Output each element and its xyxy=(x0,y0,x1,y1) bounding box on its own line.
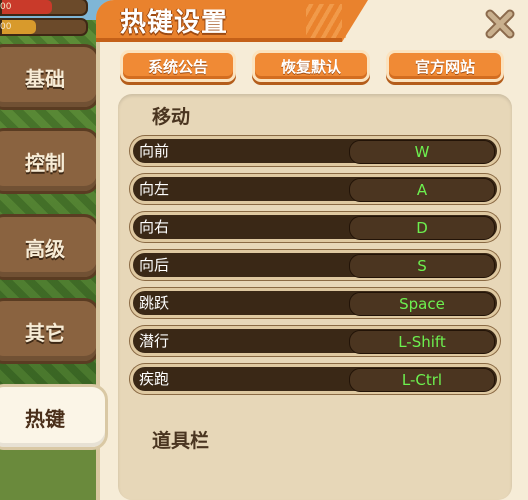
tab-basic[interactable]: 基础 xyxy=(0,44,100,110)
key-binding-button[interactable]: A xyxy=(349,178,495,202)
tab-hotkeys[interactable]: 热键 xyxy=(0,384,108,450)
key-row-jump: 跳跃 Space xyxy=(130,288,500,318)
tab-label: 热键 xyxy=(25,406,65,431)
action-label: 疾跑 xyxy=(139,370,170,388)
key-binding-button[interactable]: L-Ctrl xyxy=(349,368,495,392)
announcement-button[interactable]: 系统公告 xyxy=(120,50,236,82)
close-x-icon xyxy=(485,9,515,39)
key-row-forward: 向前 W xyxy=(130,136,500,166)
action-label: 向左 xyxy=(139,180,170,198)
key-binding-button[interactable]: D xyxy=(349,216,495,240)
key-row-sprint: 疾跑 L-Ctrl xyxy=(130,364,500,394)
tab-label: 高级 xyxy=(25,236,65,261)
tab-other[interactable]: 其它 xyxy=(0,298,100,364)
official-site-button[interactable]: 官方网站 xyxy=(386,50,504,82)
tab-label: 其它 xyxy=(25,320,65,345)
key-binding-button[interactable]: W xyxy=(349,140,495,164)
section-title-movement: 移动 xyxy=(152,106,191,128)
hud-bar-second: 00 xyxy=(0,18,88,36)
tab-label: 基础 xyxy=(25,66,65,91)
key-row-back: 向后 S xyxy=(130,250,500,280)
hud-bar-value: 00 xyxy=(0,22,12,32)
key-label: L-Ctrl xyxy=(401,371,443,389)
restore-default-button[interactable]: 恢复默认 xyxy=(252,50,370,82)
tab-control[interactable]: 控制 xyxy=(0,128,100,194)
action-label: 向前 xyxy=(139,142,170,160)
key-row-left: 向左 A xyxy=(130,174,500,204)
button-label: 恢复默认 xyxy=(280,57,341,76)
action-label: 跳跃 xyxy=(139,294,170,312)
key-row-sneak: 潜行 L-Shift xyxy=(130,326,500,356)
action-label: 潜行 xyxy=(139,332,170,350)
key-label: S xyxy=(417,257,427,275)
button-label: 官方网站 xyxy=(414,57,475,76)
key-row-right: 向右 D xyxy=(130,212,500,242)
button-label: 系统公告 xyxy=(147,57,208,76)
key-label: L-Shift xyxy=(398,333,446,351)
hud-bar-top: 00 xyxy=(0,0,88,16)
tab-advanced[interactable]: 高级 xyxy=(0,214,100,280)
key-binding-button[interactable]: Space xyxy=(349,292,495,316)
close-button[interactable] xyxy=(482,6,518,42)
title-stripe-decoration xyxy=(306,4,346,38)
key-label: W xyxy=(414,143,430,161)
panel-title: 热键设置 xyxy=(120,8,229,38)
action-label: 向后 xyxy=(139,256,170,274)
key-label: A xyxy=(416,181,428,199)
section-title-hotbar: 道具栏 xyxy=(152,430,210,452)
key-label: D xyxy=(416,219,428,237)
key-label: Space xyxy=(399,295,445,313)
tab-label: 控制 xyxy=(25,150,65,175)
action-label: 向右 xyxy=(139,218,170,236)
title-banner: 热键设置 xyxy=(96,0,368,42)
hotkey-list[interactable]: 移动 向前 W 向左 A 向右 D 向后 S 跳跃 Space 潜行 L-Shi… xyxy=(118,94,512,500)
hud-bar-value: 00 xyxy=(0,2,12,12)
key-binding-button[interactable]: L-Shift xyxy=(349,330,495,354)
key-binding-button[interactable]: S xyxy=(349,254,495,278)
hotkey-settings-panel: 热键设置 系统公告 恢复默认 官方网站 移动 向前 W 向左 A 向右 D 向后… xyxy=(96,0,528,500)
